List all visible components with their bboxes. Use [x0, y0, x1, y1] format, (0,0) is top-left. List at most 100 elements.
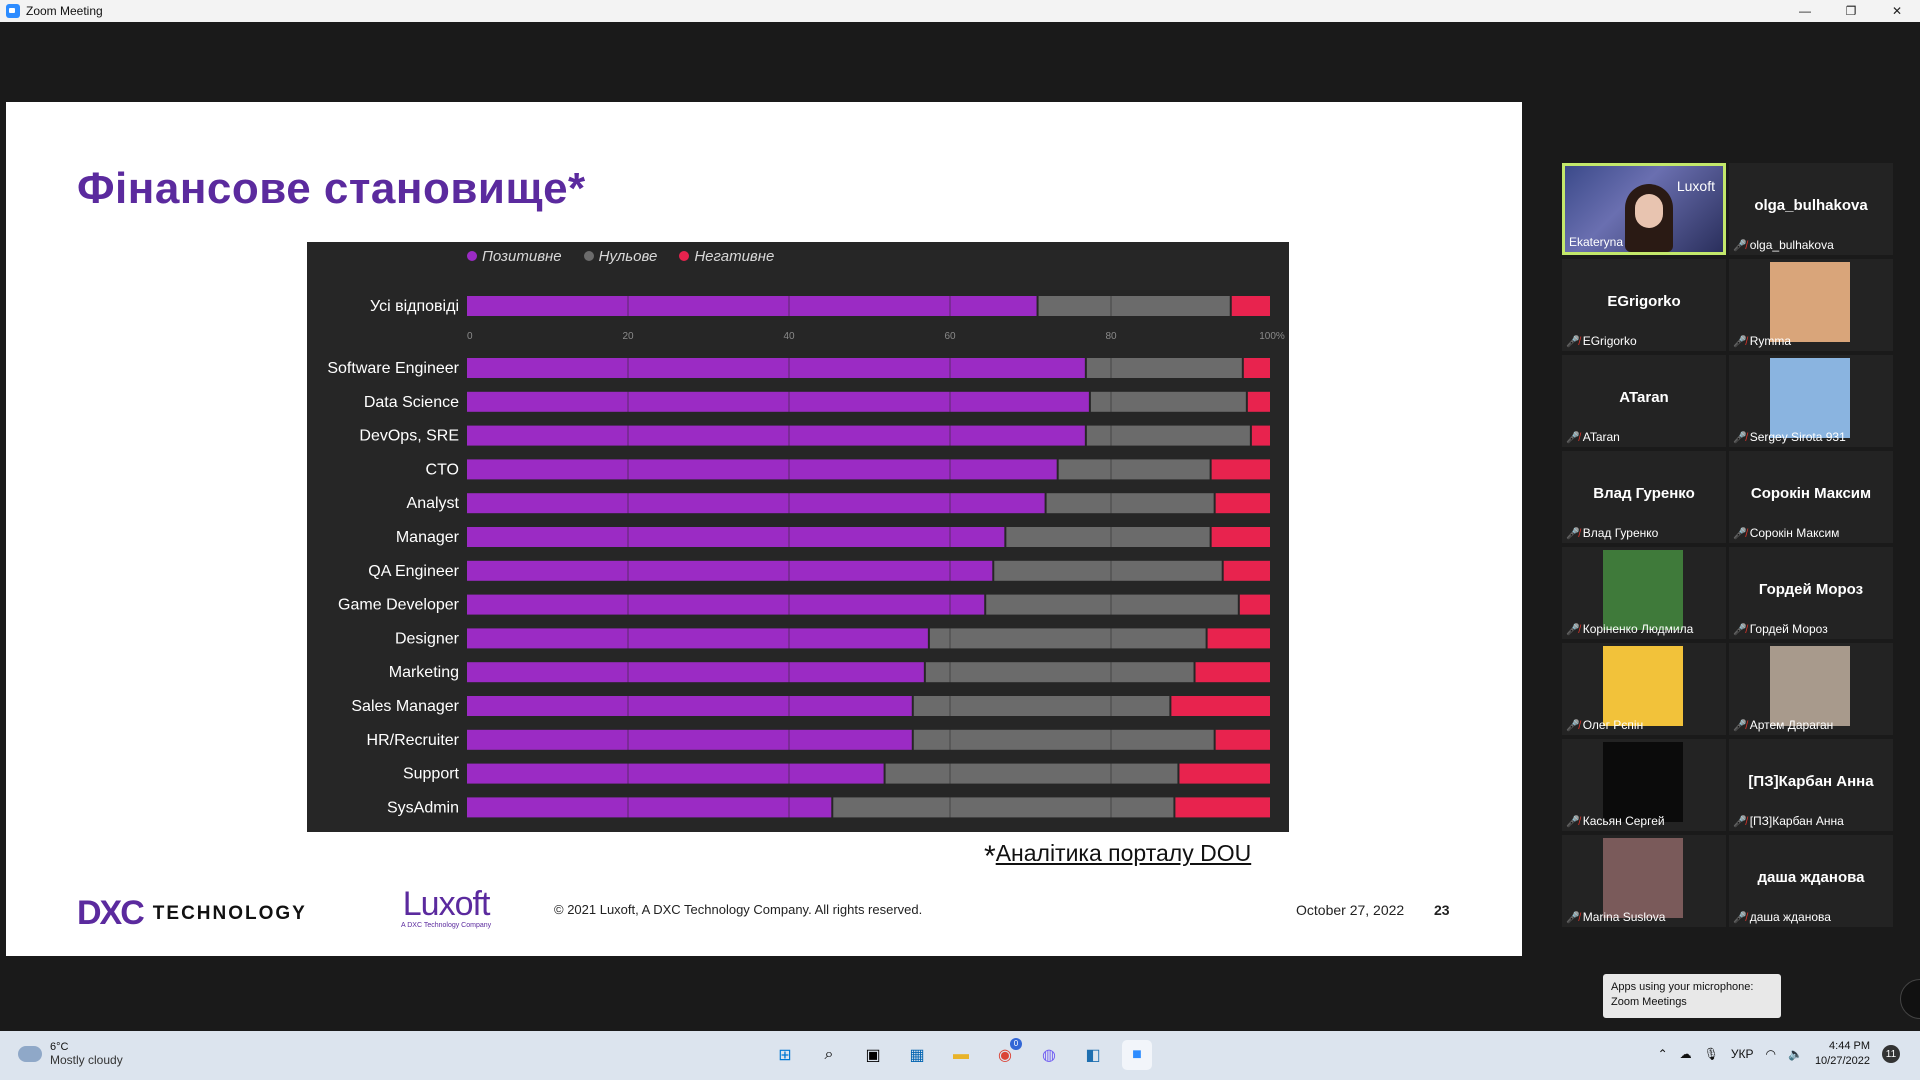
gallery-next-arrow[interactable]: [1900, 979, 1920, 1019]
participant-name: EGrigorko: [1582, 334, 1637, 348]
category-row-bar-2: [1179, 763, 1270, 784]
task-view-icon[interactable]: ▣: [858, 1040, 888, 1070]
category-row-bar-0: [467, 459, 1057, 480]
participant-nameplate: 🎤̸ olga_bulhakova: [1733, 238, 1834, 252]
participant-tile[interactable]: [ПЗ]Карбан Анна 🎤̸ [ПЗ]Карбан Анна: [1729, 739, 1893, 831]
participant-tile[interactable]: Влад Гуренко 🎤̸ Влад Гуренко: [1562, 451, 1726, 543]
search-icon[interactable]: ⌕: [814, 1040, 844, 1070]
participant-tile[interactable]: 🎤̸ Коріненко Людмила: [1562, 547, 1726, 639]
participant-tile[interactable]: ATaran 🎤̸ ATaran: [1562, 355, 1726, 447]
participant-display-name: Влад Гуренко: [1593, 485, 1695, 502]
participant-nameplate: 🎤̸ Гордей Мороз: [1733, 622, 1828, 636]
participant-tile[interactable]: 🎤̸ Marina Suslova: [1562, 835, 1726, 927]
category-row-bar-2: [1171, 696, 1270, 716]
category-row-bar-2: [1195, 662, 1270, 683]
participant-tile[interactable]: 🎤̸ Rymma: [1729, 259, 1893, 351]
x-tick-label: 0: [467, 331, 473, 342]
cloud-icon: [18, 1046, 42, 1062]
viber-icon[interactable]: ◍: [1034, 1040, 1064, 1070]
taskbar-apps: ⊞ ⌕ ▣ ▦ ▬ ◉ 0 ◍ ◧ ■: [770, 1038, 1152, 1070]
participant-name: Ekateryna: [1569, 235, 1624, 249]
onedrive-icon[interactable]: ☁: [1680, 1047, 1692, 1061]
window-controls: — ❐ ✕: [1782, 0, 1920, 22]
participant-name: olga_bulhakova: [1749, 238, 1834, 252]
file-explorer-icon[interactable]: ▬: [946, 1040, 976, 1070]
restore-button[interactable]: ❐: [1828, 0, 1874, 22]
participant-tile[interactable]: даша жданова 🎤̸ даша жданова: [1729, 835, 1893, 927]
muted-mic-icon: 🎤̸: [1733, 815, 1747, 828]
zoom-taskbar-icon[interactable]: ■: [1122, 1040, 1152, 1070]
muted-mic-icon: 🎤̸: [1733, 623, 1747, 636]
participant-tile[interactable]: 🎤̸ Артем Дараган: [1729, 643, 1893, 735]
footnote-link[interactable]: Аналітика порталу DOU: [996, 840, 1252, 866]
participant-nameplate: 🎤̸ даша жданова: [1733, 910, 1831, 924]
summary-row-bar-0: [467, 296, 1037, 316]
participant-display-name: ATaran: [1619, 389, 1669, 406]
title-bar: Zoom Meeting — ❐ ✕: [0, 0, 1920, 22]
participant-tile[interactable]: 🎤̸ Касьян Сергей: [1562, 739, 1726, 831]
category-row-bar-0: [467, 797, 832, 818]
muted-mic-icon: 🎤̸: [1566, 527, 1580, 540]
system-tray: ⌃ ☁ 🎙 УКР ◠ 🔈 4:44 PM 10/27/2022 11: [1658, 1039, 1900, 1069]
close-button[interactable]: ✕: [1874, 0, 1920, 22]
chrome-icon[interactable]: ◉ 0: [990, 1038, 1022, 1070]
volume-icon[interactable]: 🔈: [1788, 1047, 1803, 1061]
category-row-bar-0: [467, 391, 1089, 412]
participant-nameplate: 🎤̸ EGrigorko: [1566, 334, 1637, 348]
clock-date: 10/27/2022: [1814, 1055, 1870, 1067]
muted-mic-icon: 🎤̸: [1566, 623, 1580, 636]
participant-display-name: [ПЗ]Карбан Анна: [1748, 773, 1874, 790]
participant-tile[interactable]: Сорокін Максим 🎤̸ Сорокін Максим: [1729, 451, 1893, 543]
tooltip-line2: Zoom Meetings: [1611, 996, 1687, 1008]
windows-start-icon[interactable]: ⊞: [770, 1040, 800, 1070]
participant-tile[interactable]: olga_bulhakova 🎤̸ olga_bulhakova: [1729, 163, 1893, 255]
dxc-logo: DXC TECHNOLOGY: [77, 894, 307, 933]
copyright: © 2021 Luxoft, A DXC Technology Company.…: [554, 902, 923, 917]
chart-svg: Усі відповіді0 20 40 60 80 100%Software Engin…: [327, 292, 1285, 822]
participant-avatar: [1603, 742, 1683, 822]
category-row-bar-1: [885, 763, 1178, 784]
chevron-up-icon[interactable]: ⌃: [1658, 1047, 1668, 1061]
category-row-label: HR/Recruiter: [367, 732, 460, 749]
participant-nameplate: 🎤̸ Сорокін Максим: [1733, 526, 1839, 540]
dxc-mark: DXC: [77, 894, 145, 932]
footnote-star: *: [984, 840, 996, 873]
participant-name: Sergey Sirota 931: [1749, 430, 1846, 444]
chrome-badge: 0: [1010, 1038, 1022, 1050]
participant-name: Касьян Сергей: [1582, 814, 1665, 828]
participant-tile[interactable]: EGrigorko 🎤̸ EGrigorko: [1562, 259, 1726, 351]
participant-tile[interactable]: Luxoft Ekateryna: [1562, 163, 1726, 255]
muted-mic-icon: 🎤̸: [1566, 335, 1580, 348]
clock-time: 4:44 PM: [1829, 1040, 1870, 1052]
store-icon[interactable]: ▦: [902, 1040, 932, 1070]
participant-nameplate: 🎤̸ Влад Гуренко: [1566, 526, 1658, 540]
participant-nameplate: Ekateryna: [1569, 235, 1623, 249]
participant-name: [ПЗ]Карбан Анна: [1749, 814, 1844, 828]
microphone-icon[interactable]: 🎙: [1704, 1047, 1719, 1061]
category-row-bar-2: [1211, 459, 1270, 480]
notification-badge[interactable]: 11: [1882, 1045, 1900, 1063]
category-row-bar-0: [467, 696, 912, 716]
participant-tile[interactable]: 🎤̸ Олег Рєпін: [1562, 643, 1726, 735]
wifi-icon[interactable]: ◠: [1766, 1047, 1776, 1061]
participant-name: Влад Гуренко: [1582, 526, 1659, 540]
clock[interactable]: 4:44 PM 10/27/2022: [1815, 1039, 1870, 1069]
category-row-label: Software Engineer: [327, 360, 459, 377]
muted-mic-icon: 🎤̸: [1733, 431, 1747, 444]
participant-tile[interactable]: Гордей Мороз 🎤̸ Гордей Мороз: [1729, 547, 1893, 639]
category-row-bar-1: [994, 560, 1222, 581]
window-app-icon[interactable]: ◧: [1078, 1040, 1108, 1070]
category-row-bar-1: [1006, 527, 1210, 547]
minimize-button[interactable]: —: [1782, 0, 1828, 22]
microphone-tooltip: Apps using your microphone: Zoom Meeting…: [1603, 974, 1781, 1018]
language-indicator[interactable]: УКР: [1731, 1047, 1754, 1061]
summary-row-bar-2: [1231, 296, 1270, 316]
category-row-bar-2: [1251, 425, 1270, 446]
participant-nameplate: 🎤̸ Артем Дараган: [1733, 718, 1833, 732]
participant-tile[interactable]: 🎤̸ Sergey Sirota 931: [1729, 355, 1893, 447]
weather-widget[interactable]: 6°C Mostly cloudy: [18, 1041, 123, 1067]
muted-mic-icon: 🎤̸: [1566, 911, 1580, 924]
slide-date: October 27, 2022: [1296, 902, 1405, 918]
category-row-bar-2: [1211, 527, 1270, 547]
muted-mic-icon: 🎤̸: [1733, 911, 1747, 924]
